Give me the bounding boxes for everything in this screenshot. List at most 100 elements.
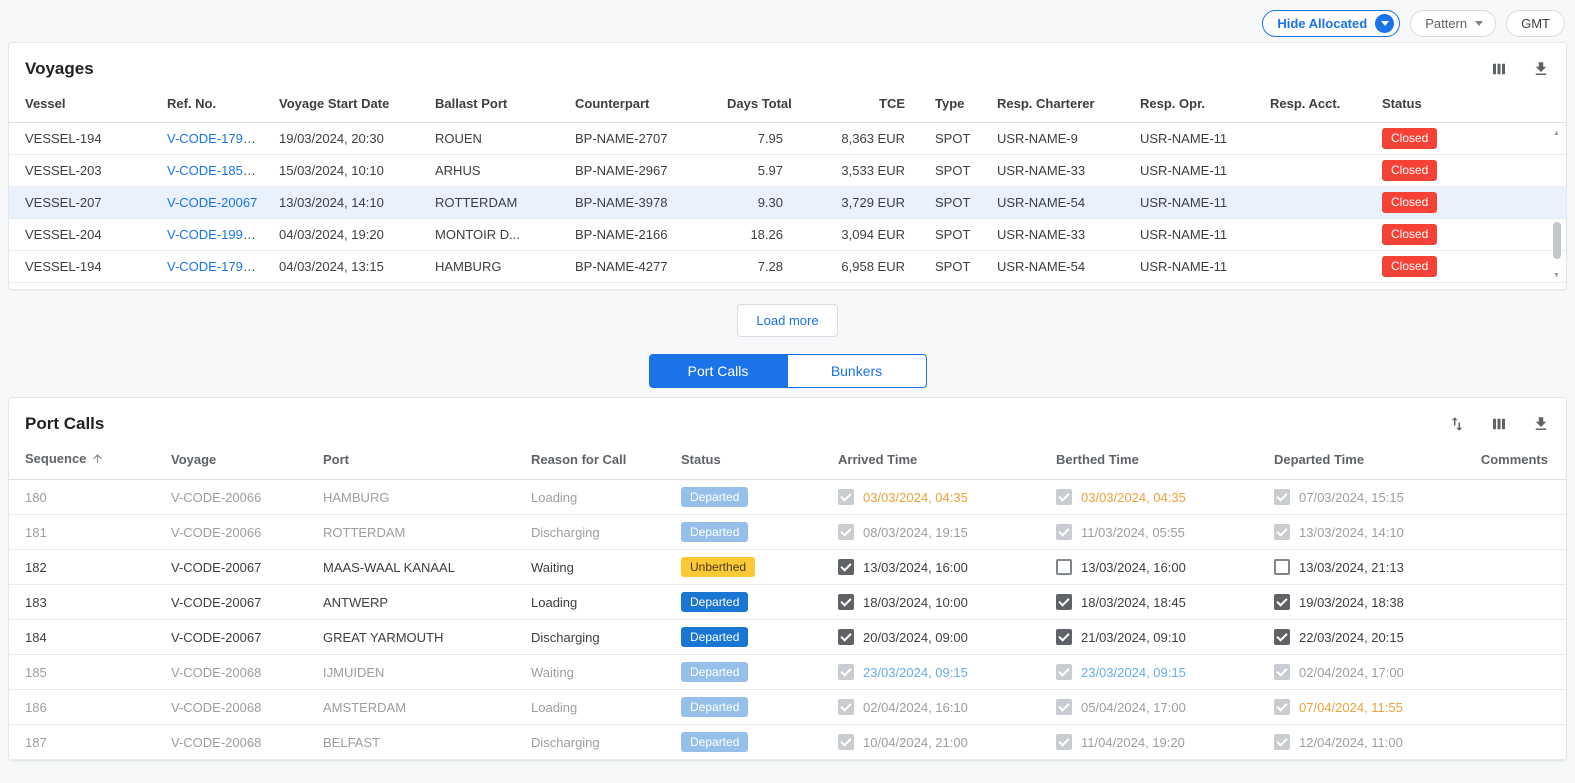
voyage-ref-link[interactable]: V-CODE-179019 (167, 259, 265, 274)
arrived-checkbox[interactable] (838, 734, 854, 750)
voyages-column-header[interactable]: Ballast Port (427, 87, 567, 123)
voyages-column-header[interactable]: Days Total (719, 87, 791, 123)
voyage-ref-link[interactable]: V-CODE-20067 (167, 195, 257, 210)
cell-berthed-time: 21/03/2024, 09:10 (1048, 620, 1266, 655)
download-icon[interactable] (1532, 415, 1550, 433)
hide-allocated-button[interactable]: Hide Allocated (1262, 10, 1400, 37)
voyages-column-header[interactable]: Resp. Acct. (1262, 87, 1374, 123)
voyage-ref-link[interactable]: V-CODE-179021 (167, 131, 265, 146)
voyages-column-header[interactable]: Resp. Opr. (1132, 87, 1262, 123)
voyage-ref-link[interactable]: V-CODE-199048 (167, 227, 265, 242)
tab-bunkers[interactable]: Bunkers (788, 354, 927, 388)
portcalls-column-header[interactable]: Sequence (9, 442, 163, 480)
topbar: Hide Allocated Pattern GMT (0, 0, 1575, 42)
departed-checkbox[interactable] (1274, 699, 1290, 715)
download-icon[interactable] (1532, 60, 1550, 78)
voyage-row[interactable]: VESSEL-194V-CODE-17901904/03/2024, 13:15… (9, 251, 1566, 283)
portcalls-column-header[interactable]: Reason for Call (523, 442, 673, 480)
departed-checkbox[interactable] (1274, 559, 1290, 575)
arrived-checkbox[interactable] (838, 699, 854, 715)
portcalls-column-header[interactable]: Status (673, 442, 830, 480)
gmt-button[interactable]: GMT (1506, 10, 1565, 37)
arrived-checkbox[interactable] (838, 524, 854, 540)
voyage-row[interactable]: VESSEL-194V-CODE-17902119/03/2024, 20:30… (9, 123, 1566, 155)
departed-checkbox[interactable] (1274, 664, 1290, 680)
scroll-up-icon[interactable]: ▲ (1553, 129, 1560, 139)
cell-tce: 3,533 EUR (791, 155, 913, 187)
cell-ref: V-CODE-179019 (159, 251, 271, 283)
portcalls-column-header[interactable]: Arrived Time (830, 442, 1048, 480)
cell-departed-time: 13/03/2024, 14:10 (1266, 515, 1451, 550)
load-more-button[interactable]: Load more (737, 304, 837, 337)
voyages-column-header[interactable]: Resp. Charterer (989, 87, 1132, 123)
voyages-toolbar (1490, 60, 1550, 78)
voyages-column-header[interactable]: Vessel (9, 87, 159, 123)
cell-status: Unberthed (673, 550, 830, 585)
cell-ref: V-CODE-20067 (159, 187, 271, 219)
voyages-column-header[interactable]: Status (1374, 87, 1566, 123)
arrived-checkbox[interactable] (838, 594, 854, 610)
cell-sequence: 182 (9, 550, 163, 585)
cell-sequence: 184 (9, 620, 163, 655)
columns-icon[interactable] (1490, 415, 1508, 433)
berthed-checkbox[interactable] (1056, 699, 1072, 715)
portcalls-column-header[interactable]: Voyage (163, 442, 315, 480)
cell-port: AMSTERDAM (315, 690, 523, 725)
scroll-down-icon[interactable]: ▼ (1553, 271, 1560, 281)
portcalls-column-header[interactable]: Comments (1451, 442, 1566, 480)
departed-checkbox[interactable] (1274, 594, 1290, 610)
arrived-checkbox[interactable] (838, 629, 854, 645)
arrived-time-text: 03/03/2024, 04:35 (863, 490, 968, 505)
departed-checkbox[interactable] (1274, 629, 1290, 645)
departed-checkbox[interactable] (1274, 489, 1290, 505)
cell-start-date: 19/03/2024, 20:30 (271, 123, 427, 155)
voyages-column-header[interactable]: Ref. No. (159, 87, 271, 123)
voyage-ref-link[interactable]: V-CODE-185009 (167, 163, 265, 178)
cell-type: SPOT (913, 187, 989, 219)
pattern-dropdown[interactable]: Pattern (1410, 10, 1496, 37)
cell-voyage: V-CODE-20067 (163, 620, 315, 655)
scrollbar-thumb[interactable] (1553, 222, 1561, 259)
departed-checkbox[interactable] (1274, 524, 1290, 540)
berthed-checkbox[interactable] (1056, 524, 1072, 540)
columns-icon[interactable] (1490, 60, 1508, 78)
voyage-row[interactable]: VESSEL-207V-CODE-2006713/03/2024, 14:10R… (9, 187, 1566, 219)
voyage-row[interactable]: VESSEL-204V-CODE-19904804/03/2024, 19:20… (9, 219, 1566, 251)
berthed-checkbox[interactable] (1056, 664, 1072, 680)
cell-reason: Waiting (523, 550, 673, 585)
departed-time-text: 07/03/2024, 15:15 (1299, 490, 1404, 505)
departed-checkbox[interactable] (1274, 734, 1290, 750)
cell-ballast-port: MONTOIR D... (427, 219, 567, 251)
sort-icon[interactable] (1448, 415, 1466, 433)
arrived-checkbox[interactable] (838, 664, 854, 680)
berthed-checkbox[interactable] (1056, 594, 1072, 610)
berthed-checkbox[interactable] (1056, 559, 1072, 575)
arrived-checkbox[interactable] (838, 489, 854, 505)
cell-departed-time: 13/03/2024, 21:13 (1266, 550, 1451, 585)
cell-departed-time: 22/03/2024, 20:15 (1266, 620, 1451, 655)
scrollbar-track[interactable] (1552, 139, 1562, 271)
cell-counterpart: BP-NAME-4277 (567, 251, 719, 283)
arrived-time-text: 18/03/2024, 10:00 (863, 595, 968, 610)
voyages-column-header[interactable]: Type (913, 87, 989, 123)
cell-berthed-time: 05/04/2024, 17:00 (1048, 690, 1266, 725)
vertical-scrollbar[interactable]: ▲ ▼ (1550, 129, 1563, 281)
voyages-column-header[interactable]: TCE (791, 87, 913, 123)
cell-reason: Waiting (523, 655, 673, 690)
berthed-checkbox[interactable] (1056, 734, 1072, 750)
cell-comments (1451, 690, 1566, 725)
cell-days-total: 7.28 (719, 251, 791, 283)
arrived-checkbox[interactable] (838, 559, 854, 575)
portcalls-column-header[interactable]: Port (315, 442, 523, 480)
status-badge: Unberthed (681, 557, 755, 577)
tab-port-calls[interactable]: Port Calls (649, 354, 788, 388)
portcalls-column-header[interactable]: Departed Time (1266, 442, 1451, 480)
berthed-checkbox[interactable] (1056, 629, 1072, 645)
portcalls-column-header[interactable]: Berthed Time (1048, 442, 1266, 480)
voyages-column-header[interactable]: Counterpart (567, 87, 719, 123)
voyages-body: VESSEL-194V-CODE-17902119/03/2024, 20:30… (9, 123, 1566, 283)
voyage-row[interactable]: VESSEL-203V-CODE-18500915/03/2024, 10:10… (9, 155, 1566, 187)
voyages-column-header[interactable]: Voyage Start Date (271, 87, 427, 123)
cell-ref: V-CODE-185009 (159, 155, 271, 187)
berthed-checkbox[interactable] (1056, 489, 1072, 505)
